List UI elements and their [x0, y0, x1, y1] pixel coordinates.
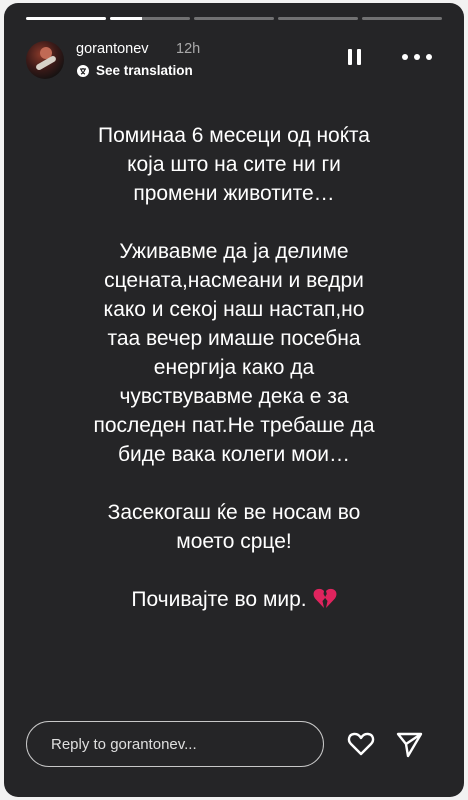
more-options-dot [414, 54, 420, 60]
story-progress-bar [26, 17, 442, 20]
progress-fill [110, 17, 142, 20]
translate-icon [77, 64, 89, 77]
post-time: 12h [176, 41, 201, 57]
progress-segment [362, 17, 442, 20]
progress-segment [26, 17, 106, 20]
reply-input[interactable]: Reply to gorantonev... [26, 721, 324, 767]
story-paragraph: Засекогаш ќе ве носам во моето срце! [107, 501, 361, 553]
send-icon[interactable] [394, 729, 424, 759]
progress-fill [26, 17, 106, 20]
broken-heart-icon [313, 588, 337, 608]
see-translation-label: See translation [96, 63, 193, 78]
progress-segment [110, 17, 190, 20]
pause-icon [347, 49, 352, 65]
pause-button[interactable] [342, 45, 366, 69]
heart-outline-icon[interactable] [346, 729, 376, 759]
story-last-line: Почивајте во мир. [24, 585, 444, 614]
user-avatar[interactable] [26, 41, 64, 79]
more-options-dot [426, 54, 432, 60]
pause-icon-bar [356, 49, 361, 65]
story-paragraph: Уживавме да ја делиме сцената,насмеани и… [93, 240, 375, 466]
story-paragraph: Почивајте во мир. [131, 588, 307, 611]
story-viewer[interactable]: gorantonev 12h See translation Поминаа 6… [4, 3, 464, 797]
see-translation-button[interactable]: See translation [76, 63, 193, 78]
progress-segment [278, 17, 358, 20]
story-paragraph: Поминаа 6 месеци од ноќта која што на си… [98, 124, 370, 205]
story-header: gorantonev 12h See translation [22, 37, 450, 85]
more-options-icon [402, 54, 408, 60]
reply-bar: Reply to gorantonev... [22, 721, 446, 769]
progress-segment [194, 17, 274, 20]
story-text: Поминаа 6 месеци од ноќта која што на си… [24, 121, 444, 643]
username-link[interactable]: gorantonev [76, 41, 149, 57]
more-options-button[interactable] [402, 45, 432, 69]
